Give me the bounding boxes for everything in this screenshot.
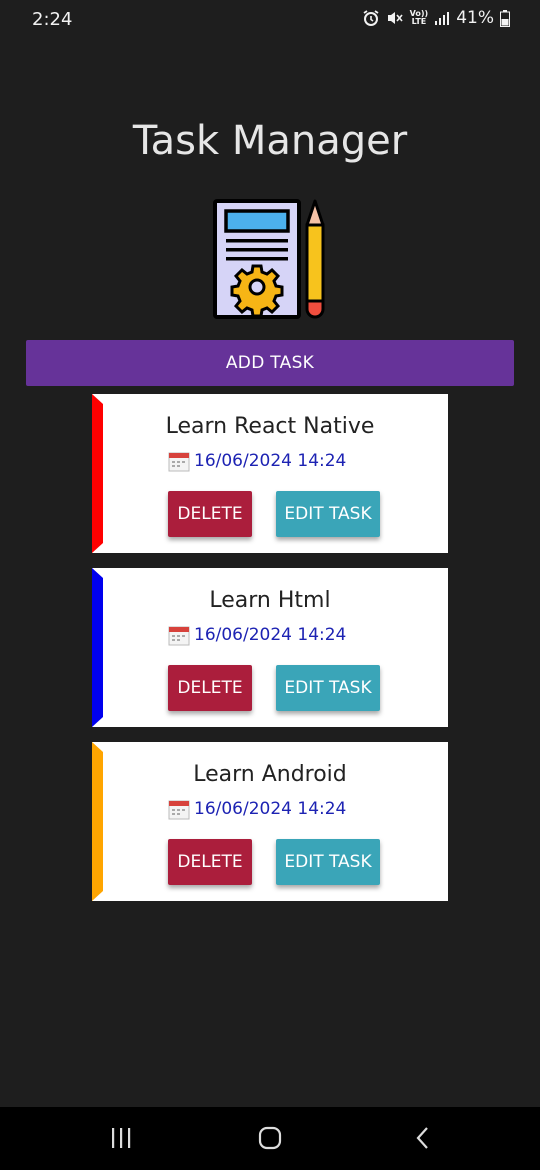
task-title: Learn Android — [193, 762, 347, 787]
task-list: Learn React Native 16/06/2024 14:24 DELE… — [92, 394, 448, 916]
calendar-icon — [168, 798, 190, 820]
home-icon[interactable] — [257, 1125, 283, 1155]
recents-icon[interactable] — [108, 1125, 134, 1155]
alarm-icon — [362, 9, 380, 27]
task-actions: DELETE EDIT TASK — [168, 491, 380, 537]
add-task-button[interactable]: ADD TASK — [26, 340, 514, 386]
lte-label: LTE — [411, 17, 427, 26]
task-date-text: 16/06/2024 14:24 — [194, 625, 347, 645]
volte-icon: Vo)) LTE — [410, 10, 429, 26]
edit-task-button[interactable]: EDIT TASK — [276, 665, 380, 711]
document-gear-pencil-icon — [212, 197, 328, 321]
page-title: Task Manager — [132, 118, 408, 164]
task-card: Learn React Native 16/06/2024 14:24 DELE… — [92, 394, 448, 553]
task-date-text: 16/06/2024 14:24 — [194, 799, 347, 819]
delete-button[interactable]: DELETE — [168, 665, 252, 711]
status-bar: 2:24 Vo)) LTE 41% — [0, 0, 540, 42]
task-actions: DELETE EDIT TASK — [168, 665, 380, 711]
task-date: 16/06/2024 14:24 — [168, 450, 346, 472]
back-icon[interactable] — [410, 1125, 436, 1155]
status-time: 2:24 — [32, 9, 73, 30]
edit-task-button[interactable]: EDIT TASK — [276, 839, 380, 885]
task-card: Learn Android 16/06/2024 14:24 DELETE ED… — [92, 742, 448, 901]
task-title: Learn React Native — [165, 414, 375, 439]
status-icons: Vo)) LTE 41% — [362, 8, 510, 28]
delete-button[interactable]: DELETE — [168, 839, 252, 885]
signal-icon — [434, 10, 450, 26]
calendar-icon — [168, 450, 190, 472]
task-date: 16/06/2024 14:24 — [168, 798, 346, 820]
delete-button[interactable]: DELETE — [168, 491, 252, 537]
system-nav-bar — [0, 1107, 540, 1170]
task-title: Learn Html — [209, 588, 331, 613]
task-date: 16/06/2024 14:24 — [168, 624, 346, 646]
battery-icon — [500, 9, 510, 27]
task-date-text: 16/06/2024 14:24 — [194, 451, 347, 471]
calendar-icon — [168, 624, 190, 646]
mute-icon — [386, 9, 404, 27]
edit-task-button[interactable]: EDIT TASK — [276, 491, 380, 537]
task-card: Learn Html 16/06/2024 14:24 DELETE EDIT … — [92, 568, 448, 727]
battery-percent: 41% — [456, 8, 494, 28]
task-actions: DELETE EDIT TASK — [168, 839, 380, 885]
